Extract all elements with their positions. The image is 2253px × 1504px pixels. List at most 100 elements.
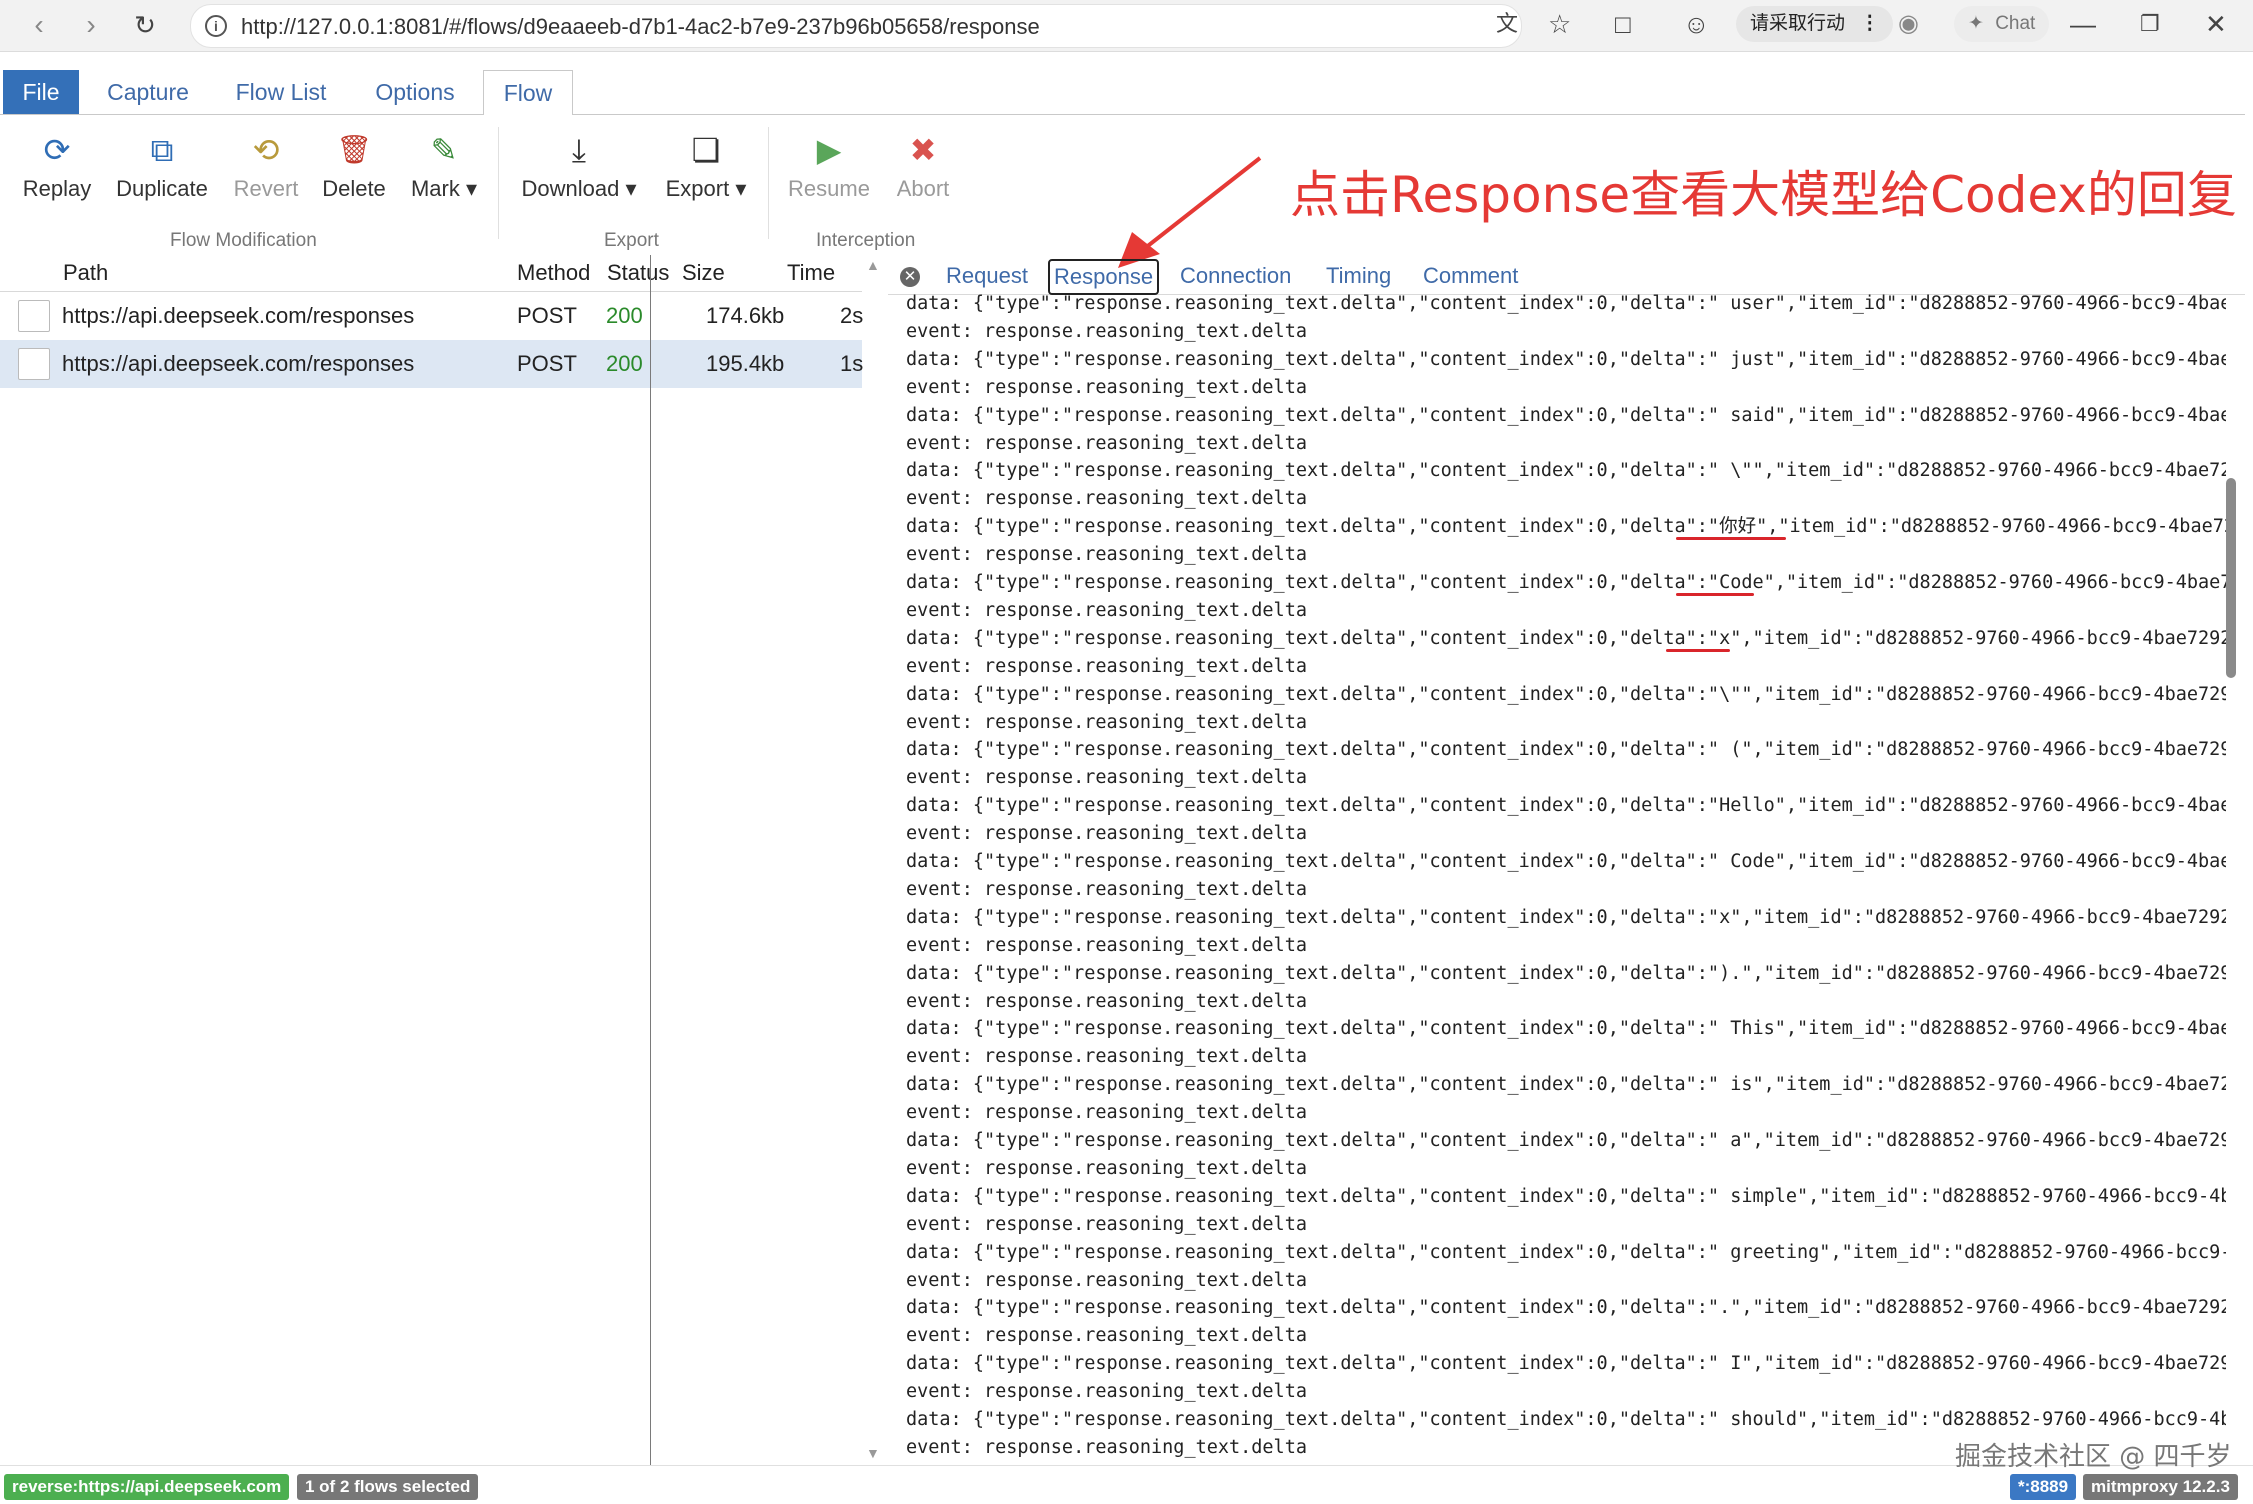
response-data-line: data: {"type":"response.reasoning_text.d… bbox=[906, 404, 2226, 426]
flow-table: Path Method Status Size Time bbox=[0, 255, 862, 1465]
annotation-text: 点击Response查看大模型给Codex的回复 bbox=[1290, 166, 2237, 224]
tab-timing[interactable]: Timing bbox=[1326, 260, 1391, 292]
column-header-time[interactable]: Time bbox=[787, 255, 835, 291]
column-header-method[interactable]: Method bbox=[517, 255, 590, 291]
response-event-line: event: response.reasoning_text.delta bbox=[906, 1102, 1307, 1124]
back-icon[interactable]: ‹ bbox=[22, 8, 56, 42]
tab-request[interactable]: Request bbox=[946, 260, 1028, 292]
chat-button[interactable]: ✦ Chat bbox=[1954, 6, 2050, 42]
resume-button[interactable]: ▶ Resume bbox=[786, 130, 872, 202]
flow-table-scrollbar[interactable]: ▲ ▼ bbox=[862, 255, 882, 1465]
response-data-line: data: {"type":"response.reasoning_text.d… bbox=[906, 1241, 2226, 1263]
response-data-line: data: {"type":"response.reasoning_text.d… bbox=[906, 1353, 2226, 1375]
table-row-selected[interactable]: https://api.deepseek.com/responses POST … bbox=[0, 340, 864, 388]
response-event-line: event: response.reasoning_text.delta bbox=[906, 544, 1307, 566]
response-data-line: data: {"type":"response.reasoning_text.d… bbox=[906, 906, 2226, 928]
mark-button[interactable]: ✎ Mark ▾ bbox=[404, 130, 484, 202]
response-event-line: event: response.reasoning_text.delta bbox=[906, 488, 1307, 510]
table-row[interactable] bbox=[0, 545, 862, 593]
response-event-line: event: response.reasoning_text.delta bbox=[906, 990, 1307, 1012]
extensions-icon[interactable]: □ bbox=[1615, 8, 1631, 40]
response-data-line: data: {"type":"response.reasoning_text.d… bbox=[906, 1297, 2226, 1319]
flow-method: POST bbox=[517, 351, 577, 376]
lightbulb-icon[interactable]: ◉ bbox=[1898, 8, 1919, 40]
response-event-line: event: response.reasoning_text.delta bbox=[906, 1213, 1307, 1235]
replay-button[interactable]: ⟳ Replay bbox=[22, 130, 92, 202]
close-icon[interactable]: ✕ bbox=[900, 267, 920, 287]
download-icon: ⤓ bbox=[571, 132, 587, 168]
response-data-line: data: {"type":"response.reasoning_text.d… bbox=[906, 460, 2226, 482]
response-data-line: data: {"type":"response.reasoning_text.d… bbox=[906, 1130, 2226, 1151]
annotation-underline bbox=[1666, 648, 1730, 652]
flow-status: 200 bbox=[606, 303, 643, 328]
column-header-status[interactable]: Status bbox=[607, 255, 669, 291]
abort-button[interactable]: ✖ Abort bbox=[890, 130, 956, 202]
response-event-line: event: response.reasoning_text.delta bbox=[906, 711, 1307, 733]
duplicate-button[interactable]: ⧉ Duplicate bbox=[112, 130, 212, 202]
scroll-down-icon[interactable]: ▼ bbox=[866, 1445, 880, 1461]
response-event-line: event: response.reasoning_text.delta bbox=[906, 1325, 1307, 1347]
watermark: 掘金技术社区 @ 四千岁 bbox=[1955, 1442, 2232, 1472]
browser-toolbar: ‹ › ↻ i http://127.0.0.1:8081/#/flows/d9… bbox=[0, 0, 2253, 52]
revert-label: Revert bbox=[233, 176, 299, 201]
reverse-mode-badge: reverse:https://api.deepseek.com bbox=[4, 1474, 290, 1500]
replay-icon: ⟳ bbox=[43, 132, 71, 168]
port-badge: *:8889 bbox=[2010, 1474, 2077, 1500]
more-icon[interactable]: ⋮ bbox=[1860, 13, 1879, 34]
detail-scrollbar[interactable] bbox=[2223, 300, 2239, 1460]
detail-scroll-thumb[interactable] bbox=[2226, 478, 2236, 678]
action-pill[interactable]: 请采取行动 ⋮ bbox=[1736, 6, 1894, 42]
translate-icon[interactable]: 文 bbox=[1496, 8, 1518, 40]
tab-file[interactable]: File bbox=[3, 70, 79, 114]
response-content[interactable]: data: {"type":"response.reasoning_text.d… bbox=[906, 294, 2226, 1465]
revert-button[interactable]: ⟲ Revert bbox=[228, 130, 304, 202]
flow-method: POST bbox=[517, 303, 577, 328]
column-header-path[interactable]: Path bbox=[63, 255, 108, 291]
file-icon bbox=[18, 300, 50, 332]
response-event-line: event: response.reasoning_text.delta bbox=[906, 1046, 1307, 1068]
revert-icon: ⟲ bbox=[252, 132, 280, 168]
selection-count-badge: 1 of 2 flows selected bbox=[297, 1474, 479, 1500]
version-badge: mitmproxy 12.2.3 bbox=[2083, 1474, 2238, 1500]
forward-icon[interactable]: › bbox=[74, 8, 108, 42]
restore-icon[interactable]: ❐ bbox=[2140, 8, 2160, 40]
minimize-icon[interactable]: — bbox=[2070, 8, 2096, 40]
export-group-label: Export bbox=[604, 230, 659, 251]
response-event-line: event: response.reasoning_text.delta bbox=[906, 823, 1307, 845]
response-data-line: data: {"type":"response.reasoning_text.d… bbox=[906, 1409, 2226, 1430]
response-event-line: event: response.reasoning_text.delta bbox=[906, 320, 1307, 342]
tab-comment[interactable]: Comment bbox=[1423, 260, 1518, 292]
response-event-line: event: response.reasoning_text.delta bbox=[906, 1381, 1307, 1403]
column-header-size[interactable]: Size bbox=[682, 255, 725, 291]
flow-time: 2s bbox=[840, 303, 864, 328]
tab-response[interactable]: Response bbox=[1048, 259, 1160, 295]
delete-button[interactable]: 🗑 Delete bbox=[318, 130, 390, 202]
address-bar[interactable]: i http://127.0.0.1:8081/#/flows/d9eaaeeb… bbox=[190, 4, 1522, 48]
flow-modification-group-label: Flow Modification bbox=[170, 230, 317, 251]
export-button[interactable]: ❏ Export ▾ bbox=[662, 130, 750, 202]
x-icon: ✖ bbox=[909, 132, 937, 168]
action-pill-label: 请采取行动 bbox=[1750, 13, 1846, 34]
close-window-icon[interactable]: ✕ bbox=[2205, 8, 2227, 40]
replay-label: Replay bbox=[22, 176, 92, 201]
reload-icon[interactable]: ↻ bbox=[128, 8, 162, 42]
star-icon[interactable]: ☆ bbox=[1548, 8, 1571, 40]
response-data-line: data: {"type":"response.reasoning_text.d… bbox=[906, 1018, 2226, 1040]
tab-flow[interactable]: Flow bbox=[483, 70, 573, 117]
response-event-line: event: response.reasoning_text.delta bbox=[906, 432, 1307, 454]
flow-time: 1s bbox=[840, 351, 864, 376]
download-button[interactable]: ⤓ Download ▾ bbox=[516, 130, 642, 202]
tab-connection[interactable]: Connection bbox=[1180, 260, 1291, 292]
scroll-up-icon[interactable]: ▲ bbox=[866, 257, 880, 273]
tab-capture[interactable]: Capture bbox=[100, 70, 196, 114]
response-data-line: data: {"type":"response.reasoning_text.d… bbox=[906, 348, 2226, 370]
response-event-line: event: response.reasoning_text.delta bbox=[906, 878, 1307, 900]
response-data-line: data: {"type":"response.reasoning_text.d… bbox=[906, 962, 2226, 984]
info-icon[interactable]: i bbox=[205, 15, 227, 37]
detail-tabs: ✕ Request Response Connection Timing Com… bbox=[888, 258, 2245, 295]
table-row[interactable]: https://api.deepseek.com/responses POST … bbox=[0, 292, 864, 340]
url-text: http://127.0.0.1:8081/#/flows/d9eaaeeb-d… bbox=[241, 14, 1040, 39]
tab-options[interactable]: Options bbox=[360, 70, 470, 114]
profile-icon[interactable]: ☺ bbox=[1683, 8, 1710, 40]
tab-flow-list[interactable]: Flow List bbox=[226, 70, 336, 114]
